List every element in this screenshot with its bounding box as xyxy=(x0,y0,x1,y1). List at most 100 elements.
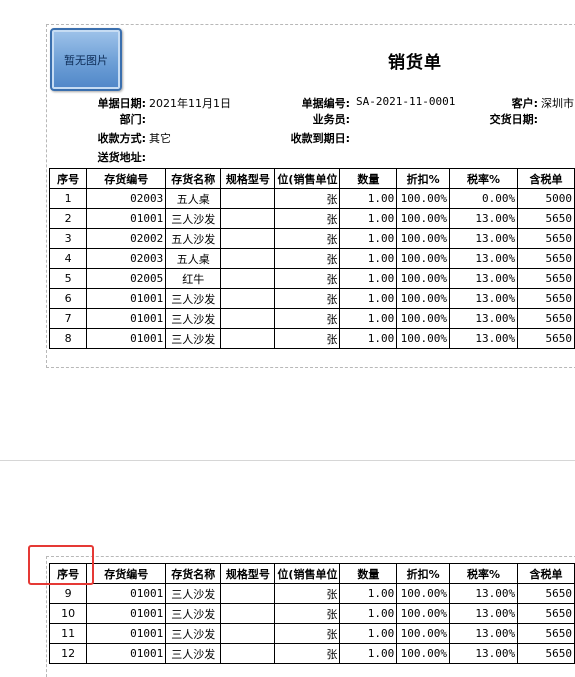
table-cell: 4 xyxy=(48,248,88,269)
table-cell: 01001 xyxy=(86,583,167,604)
document-title: 销货单 xyxy=(388,53,442,73)
table-cell: 13.00% xyxy=(448,228,519,249)
date-value: 2021年11月1日 xyxy=(149,97,231,110)
table-cell: 张 xyxy=(274,603,341,624)
table-cell: 100.00% xyxy=(396,268,450,289)
col-header: 存货名称 xyxy=(165,563,222,584)
table-row: 3 02002 五人沙发 张 1.00 100.00% 13.00% 5650 xyxy=(48,228,575,249)
due-date-label: 收款到期日: xyxy=(290,132,350,145)
table-cell: 12 xyxy=(48,643,88,664)
table-cell: 01001 xyxy=(86,603,167,624)
table-cell: 张 xyxy=(274,308,341,329)
table-cell: 5650 xyxy=(517,623,575,644)
table-cell: 三人沙发 xyxy=(165,328,222,349)
table-cell: 三人沙发 xyxy=(165,583,222,604)
table-cell: 5650 xyxy=(517,328,575,349)
table-cell: 01001 xyxy=(86,643,167,664)
col-header: 折扣% xyxy=(396,563,450,584)
col-header: 序号 xyxy=(48,168,88,189)
table-cell: 13.00% xyxy=(448,308,519,329)
table-cell: 5650 xyxy=(517,583,575,604)
table-cell: 8 xyxy=(48,328,88,349)
table-cell: 五人沙发 xyxy=(165,228,222,249)
table-cell: 三人沙发 xyxy=(165,603,222,624)
table-cell: 02002 xyxy=(86,228,167,249)
table-cell: 13.00% xyxy=(448,583,519,604)
table-cell: 9 xyxy=(48,583,88,604)
table-cell: 100.00% xyxy=(396,248,450,269)
logo-text: 暂无图片 xyxy=(64,53,108,67)
table-cell: 3 xyxy=(48,228,88,249)
table-cell xyxy=(220,268,276,289)
salesman-label: 业务员: xyxy=(312,113,350,126)
customer-label: 客户: xyxy=(511,97,538,110)
table-cell: 6 xyxy=(48,288,88,309)
table-row: 4 02003 五人桌 张 1.00 100.00% 13.00% 5650 xyxy=(48,248,575,269)
table-row: 6 01001 三人沙发 张 1.00 100.00% 13.00% 5650 xyxy=(48,288,575,309)
col-header: 存货编号 xyxy=(86,168,167,189)
payment-value: 其它 xyxy=(149,132,171,145)
table-cell: 01001 xyxy=(86,308,167,329)
col-header: 税率% xyxy=(448,563,519,584)
table-cell: 张 xyxy=(274,268,341,289)
table-cell: 张 xyxy=(274,583,341,604)
table-cell: 01001 xyxy=(86,208,167,229)
table-cell: 13.00% xyxy=(448,623,519,644)
table-cell: 三人沙发 xyxy=(165,623,222,644)
table-cell: 5650 xyxy=(517,248,575,269)
table-cell: 三人沙发 xyxy=(165,643,222,664)
table-cell: 01001 xyxy=(86,288,167,309)
sales-items-table: 序号 存货编号 存货名称 规格型号 位(销售单位 数量 折扣% 税率% 含税单 … xyxy=(48,168,575,349)
table-cell: 1 xyxy=(48,188,88,209)
table-cell: 1.00 xyxy=(339,228,398,249)
table-cell: 张 xyxy=(274,288,341,309)
table-cell: 01001 xyxy=(86,623,167,644)
table-cell xyxy=(220,208,276,229)
col-header: 存货编号 xyxy=(86,563,167,584)
delivery-date-label: 交货日期: xyxy=(489,113,538,126)
table-cell: 张 xyxy=(274,228,341,249)
table-cell: 2 xyxy=(48,208,88,229)
table-cell: 三人沙发 xyxy=(165,208,222,229)
col-header: 含税单 xyxy=(517,168,575,189)
col-header: 数量 xyxy=(339,168,398,189)
table-cell: 1.00 xyxy=(339,188,398,209)
table-row: 1 02003 五人桌 张 1.00 100.00% 0.00% 5000 xyxy=(48,188,575,209)
customer-value: 深圳市 xyxy=(541,97,574,110)
table-cell: 7 xyxy=(48,308,88,329)
table-cell: 100.00% xyxy=(396,288,450,309)
col-header: 规格型号 xyxy=(220,563,276,584)
page-separator xyxy=(0,460,575,461)
table-row: 10 01001 三人沙发 张 1.00 100.00% 13.00% 5650 xyxy=(48,603,575,624)
col-header: 税率% xyxy=(448,168,519,189)
table-cell xyxy=(220,623,276,644)
table-cell: 五人桌 xyxy=(165,248,222,269)
table-cell: 13.00% xyxy=(448,288,519,309)
sales-items-table-continued: 序号 存货编号 存货名称 规格型号 位(销售单位 数量 折扣% 税率% 含税单 … xyxy=(48,563,575,664)
table-cell: 1.00 xyxy=(339,248,398,269)
table-row: 9 01001 三人沙发 张 1.00 100.00% 13.00% 5650 xyxy=(48,583,575,604)
table-cell: 13.00% xyxy=(448,248,519,269)
table-cell xyxy=(220,248,276,269)
table-cell: 13.00% xyxy=(448,208,519,229)
table-cell: 13.00% xyxy=(448,268,519,289)
table-row: 5 02005 红牛 张 1.00 100.00% 13.00% 5650 xyxy=(48,268,575,289)
logo-placeholder: 暂无图片 xyxy=(50,28,122,91)
table-row: 8 01001 三人沙发 张 1.00 100.00% 13.00% 5650 xyxy=(48,328,575,349)
table-cell: 张 xyxy=(274,248,341,269)
table-cell: 5650 xyxy=(517,228,575,249)
table-cell: 张 xyxy=(274,643,341,664)
table-cell: 五人桌 xyxy=(165,188,222,209)
col-header: 折扣% xyxy=(396,168,450,189)
table-cell: 100.00% xyxy=(396,208,450,229)
address-label: 送货地址: xyxy=(97,151,146,164)
highlight-box xyxy=(28,545,94,585)
table-cell: 5650 xyxy=(517,268,575,289)
table-row: 7 01001 三人沙发 张 1.00 100.00% 13.00% 5650 xyxy=(48,308,575,329)
table-header-row: 序号 存货编号 存货名称 规格型号 位(销售单位 数量 折扣% 税率% 含税单 xyxy=(48,168,575,189)
table-cell: 02005 xyxy=(86,268,167,289)
table-cell: 02003 xyxy=(86,248,167,269)
table-cell: 100.00% xyxy=(396,308,450,329)
date-label: 单据日期: xyxy=(97,97,146,110)
dept-label: 部门: xyxy=(119,113,146,126)
